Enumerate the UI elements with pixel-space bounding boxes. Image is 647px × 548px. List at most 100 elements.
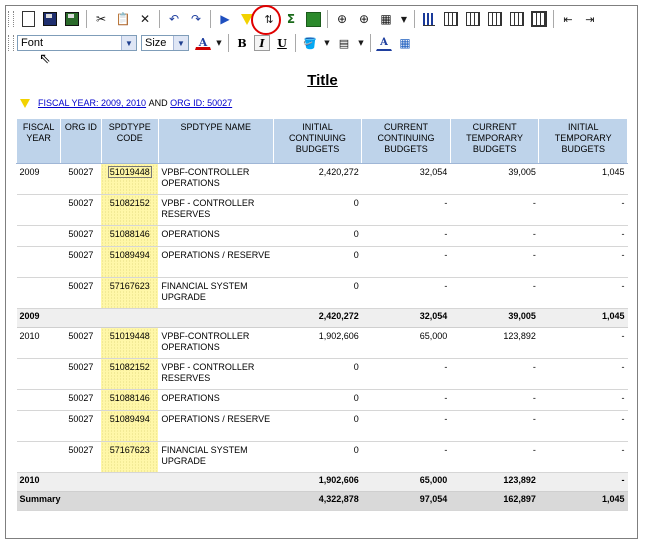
spdtype-code-cell[interactable]: 57167623	[101, 441, 159, 473]
initial-temporary-cell[interactable]: -	[538, 225, 628, 247]
initial-temporary-cell[interactable]: -	[538, 194, 628, 226]
initial-continuing-cell[interactable]: 0	[273, 246, 362, 278]
underline-button[interactable]: U	[274, 35, 290, 51]
org-id-cell[interactable]: 50027	[60, 327, 102, 359]
initial-temporary-cell[interactable]: -	[538, 358, 628, 390]
subtotal-current-temporary[interactable]: 39,005	[450, 308, 539, 328]
initial-temporary-cell[interactable]: -	[538, 246, 628, 278]
current-continuing-cell[interactable]: -	[361, 225, 451, 247]
spdtype-code-cell[interactable]: 51088146	[101, 225, 159, 247]
subtotal-label[interactable]: 2010	[16, 472, 274, 492]
initial-continuing-cell[interactable]: 1,902,606	[273, 327, 362, 359]
toolbar-grip[interactable]	[8, 35, 14, 51]
spdtype-code-cell[interactable]: 51089494	[101, 246, 159, 278]
current-temporary-cell[interactable]: -	[450, 389, 539, 411]
spdtype-code-cell[interactable]: 51082152	[101, 194, 159, 226]
spdtype-code-cell[interactable]: 51089494	[101, 410, 159, 442]
current-temporary-cell[interactable]: -	[450, 194, 539, 226]
table-layout-b-button[interactable]	[464, 10, 482, 28]
table-layout-a-button[interactable]	[442, 10, 460, 28]
cut-button[interactable]: ✂	[92, 10, 110, 28]
current-continuing-cell[interactable]: 65,000	[361, 327, 451, 359]
summary-current-temporary[interactable]: 162,897	[450, 491, 539, 511]
spdtype-name-cell[interactable]: VPBF - CONTROLLER RESERVES	[158, 358, 274, 390]
initial-continuing-cell[interactable]: 0	[273, 410, 362, 442]
fiscal-year-cell[interactable]	[16, 246, 61, 278]
spdtype-name-cell[interactable]: VPBF - CONTROLLER RESERVES	[158, 194, 274, 226]
column-header[interactable]: CURRENT CONTINUING BUDGETS	[361, 118, 451, 164]
fiscal-year-cell[interactable]: 2010	[16, 327, 61, 359]
current-temporary-cell[interactable]: -	[450, 225, 539, 247]
fiscal-year-cell[interactable]	[16, 410, 61, 442]
fiscal-year-cell[interactable]	[16, 277, 61, 309]
text-format-button[interactable]: A	[376, 35, 392, 51]
subtotal-initial-continuing[interactable]: 2,420,272	[273, 308, 362, 328]
current-temporary-cell[interactable]: -	[450, 410, 539, 442]
fiscal-year-cell[interactable]	[16, 358, 61, 390]
fiscal-year-cell[interactable]	[16, 225, 61, 247]
undo-button[interactable]: ↶	[165, 10, 183, 28]
spdtype-name-cell[interactable]: FINANCIAL SYSTEM UPGRADE	[158, 441, 274, 473]
save-all-button[interactable]	[63, 10, 81, 28]
chevron-down-icon[interactable]: ▼	[121, 36, 136, 50]
spdtype-code-cell[interactable]: 51019448	[101, 327, 159, 359]
spdtype-code-cell[interactable]: 51019448	[101, 163, 159, 195]
initial-continuing-cell[interactable]: 0	[273, 441, 362, 473]
summary-initial-continuing[interactable]: 4,322,878	[273, 491, 362, 511]
current-temporary-cell[interactable]: -	[450, 246, 539, 278]
column-header[interactable]: ORG ID	[60, 118, 102, 164]
column-header[interactable]: INITIAL CONTINUING BUDGETS	[272, 118, 363, 164]
org-id-cell[interactable]: 50027	[60, 277, 102, 309]
current-continuing-cell[interactable]: -	[361, 358, 451, 390]
fiscal-year-filter-link[interactable]: FISCAL YEAR: 2009, 2010	[38, 98, 146, 108]
report-title[interactable]: Title	[6, 72, 639, 89]
fiscal-year-cell[interactable]	[16, 441, 61, 473]
more-button[interactable]: ▦	[377, 10, 395, 28]
column-right-button[interactable]: ⇥	[581, 10, 599, 28]
org-id-filter-link[interactable]: ORG ID: 50027	[170, 98, 232, 108]
insert-column-button[interactable]: ⊕	[355, 10, 373, 28]
spdtype-name-cell[interactable]: VPBF-CONTROLLER OPERATIONS	[158, 163, 274, 195]
org-id-cell[interactable]: 50027	[60, 389, 102, 411]
spdtype-name-cell[interactable]: FINANCIAL SYSTEM UPGRADE	[158, 277, 274, 309]
spdtype-name-cell[interactable]: VPBF-CONTROLLER OPERATIONS	[158, 327, 274, 359]
new-document-button[interactable]	[19, 10, 37, 28]
column-left-button[interactable]: ⇤	[559, 10, 577, 28]
current-temporary-cell[interactable]: -	[450, 358, 539, 390]
current-continuing-cell[interactable]: -	[361, 410, 451, 442]
italic-button[interactable]: I	[254, 35, 270, 51]
font-color-button[interactable]: A	[195, 36, 211, 50]
font-select[interactable]: Font ▼	[17, 35, 137, 51]
run-button[interactable]: ▶	[216, 10, 234, 28]
chart-button[interactable]	[420, 10, 438, 28]
org-id-cell[interactable]: 50027	[60, 194, 102, 226]
fill-color-button[interactable]: 🪣	[301, 34, 319, 52]
size-select[interactable]: Size ▼	[141, 35, 189, 51]
initial-temporary-cell[interactable]: -	[538, 277, 628, 309]
spdtype-name-cell[interactable]: OPERATIONS	[158, 389, 274, 411]
spdtype-code-cell[interactable]: 51088146	[101, 389, 159, 411]
fiscal-year-cell[interactable]	[16, 194, 61, 226]
sum-button[interactable]: Σ	[282, 10, 300, 28]
initial-temporary-cell[interactable]: 1,045	[538, 163, 628, 195]
grid-button[interactable]	[304, 10, 322, 28]
current-continuing-cell[interactable]: -	[361, 277, 451, 309]
subtotal-current-continuing[interactable]: 32,054	[361, 308, 451, 328]
initial-continuing-cell[interactable]: 0	[273, 225, 362, 247]
spdtype-code-cell[interactable]: 51082152	[101, 358, 159, 390]
spdtype-name-cell[interactable]: OPERATIONS / RESERVE	[158, 410, 274, 442]
initial-continuing-cell[interactable]: 0	[273, 277, 362, 309]
subtotal-initial-continuing[interactable]: 1,902,606	[273, 472, 362, 492]
fiscal-year-cell[interactable]	[16, 389, 61, 411]
subtotal-current-continuing[interactable]: 65,000	[361, 472, 451, 492]
org-id-cell[interactable]: 50027	[60, 163, 102, 195]
column-header[interactable]: CURRENT TEMPORARY BUDGETS	[449, 118, 540, 164]
current-continuing-cell[interactable]: -	[361, 194, 451, 226]
spdtype-code-cell[interactable]: 57167623	[101, 277, 159, 309]
column-header[interactable]: FISCAL YEAR	[15, 118, 62, 164]
initial-continuing-cell[interactable]: 2,420,272	[273, 163, 362, 195]
summary-label[interactable]: Summary	[16, 491, 274, 511]
subtotal-current-temporary[interactable]: 123,892	[450, 472, 539, 492]
more-dropdown[interactable]: ▼	[399, 10, 409, 28]
org-id-cell[interactable]: 50027	[60, 225, 102, 247]
